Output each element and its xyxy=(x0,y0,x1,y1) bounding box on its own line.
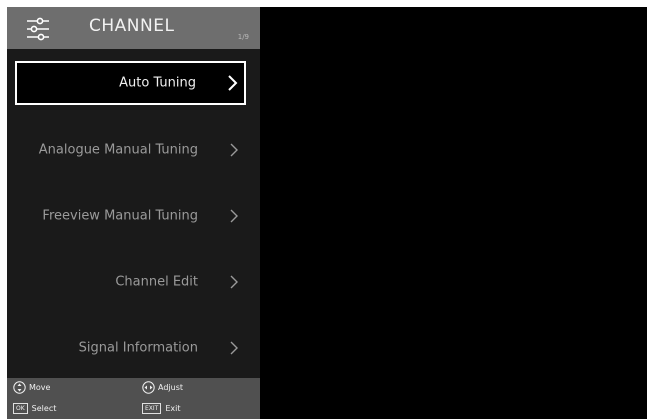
channel-menu-panel: CHANNEL 1/9 Auto Tuning Analogue Manual … xyxy=(7,7,260,419)
ok-key-icon: OK xyxy=(13,403,28,414)
chevron-right-icon xyxy=(230,341,238,355)
hint-move: Move xyxy=(13,381,50,394)
hint-exit-label: Exit xyxy=(165,404,181,413)
chevron-right-icon xyxy=(230,209,238,223)
menu-item-analogue-manual-tuning[interactable]: Analogue Manual Tuning xyxy=(15,128,246,172)
menu-item-label: Signal Information xyxy=(78,340,198,356)
tv-screen: CHANNEL 1/9 Auto Tuning Analogue Manual … xyxy=(7,7,647,419)
hint-adjust: Adjust xyxy=(142,381,183,394)
hint-exit: EXIT Exit xyxy=(142,403,181,414)
menu-item-freeview-manual-tuning[interactable]: Freeview Manual Tuning xyxy=(15,194,246,238)
chevron-right-icon xyxy=(230,143,238,157)
menu-header: CHANNEL 1/9 xyxy=(7,7,260,49)
page-indicator: 1/9 xyxy=(237,33,249,41)
menu-title: CHANNEL xyxy=(89,16,175,36)
hint-select: OK Select xyxy=(13,403,56,414)
menu-item-auto-tuning[interactable]: Auto Tuning xyxy=(15,61,246,105)
up-down-arrows-icon xyxy=(13,381,26,394)
menu-item-label: Channel Edit xyxy=(115,274,198,290)
menu-item-label: Freeview Manual Tuning xyxy=(42,208,198,224)
menu-item-label: Analogue Manual Tuning xyxy=(38,142,198,158)
menu-item-channel-edit[interactable]: Channel Edit xyxy=(15,260,246,304)
menu-item-signal-information[interactable]: Signal Information xyxy=(15,326,246,370)
exit-key-icon: EXIT xyxy=(142,403,162,414)
settings-sliders-icon xyxy=(27,17,49,41)
hint-select-label: Select xyxy=(31,404,57,413)
key-hints-footer: Move Adjust OK Select EXIT Exit xyxy=(7,378,260,419)
chevron-right-icon xyxy=(228,75,238,91)
hint-move-label: Move xyxy=(29,383,51,392)
chevron-right-icon xyxy=(230,275,238,289)
menu-item-label: Auto Tuning xyxy=(119,75,196,91)
hint-adjust-label: Adjust xyxy=(158,383,184,392)
left-right-arrows-icon xyxy=(142,381,155,394)
